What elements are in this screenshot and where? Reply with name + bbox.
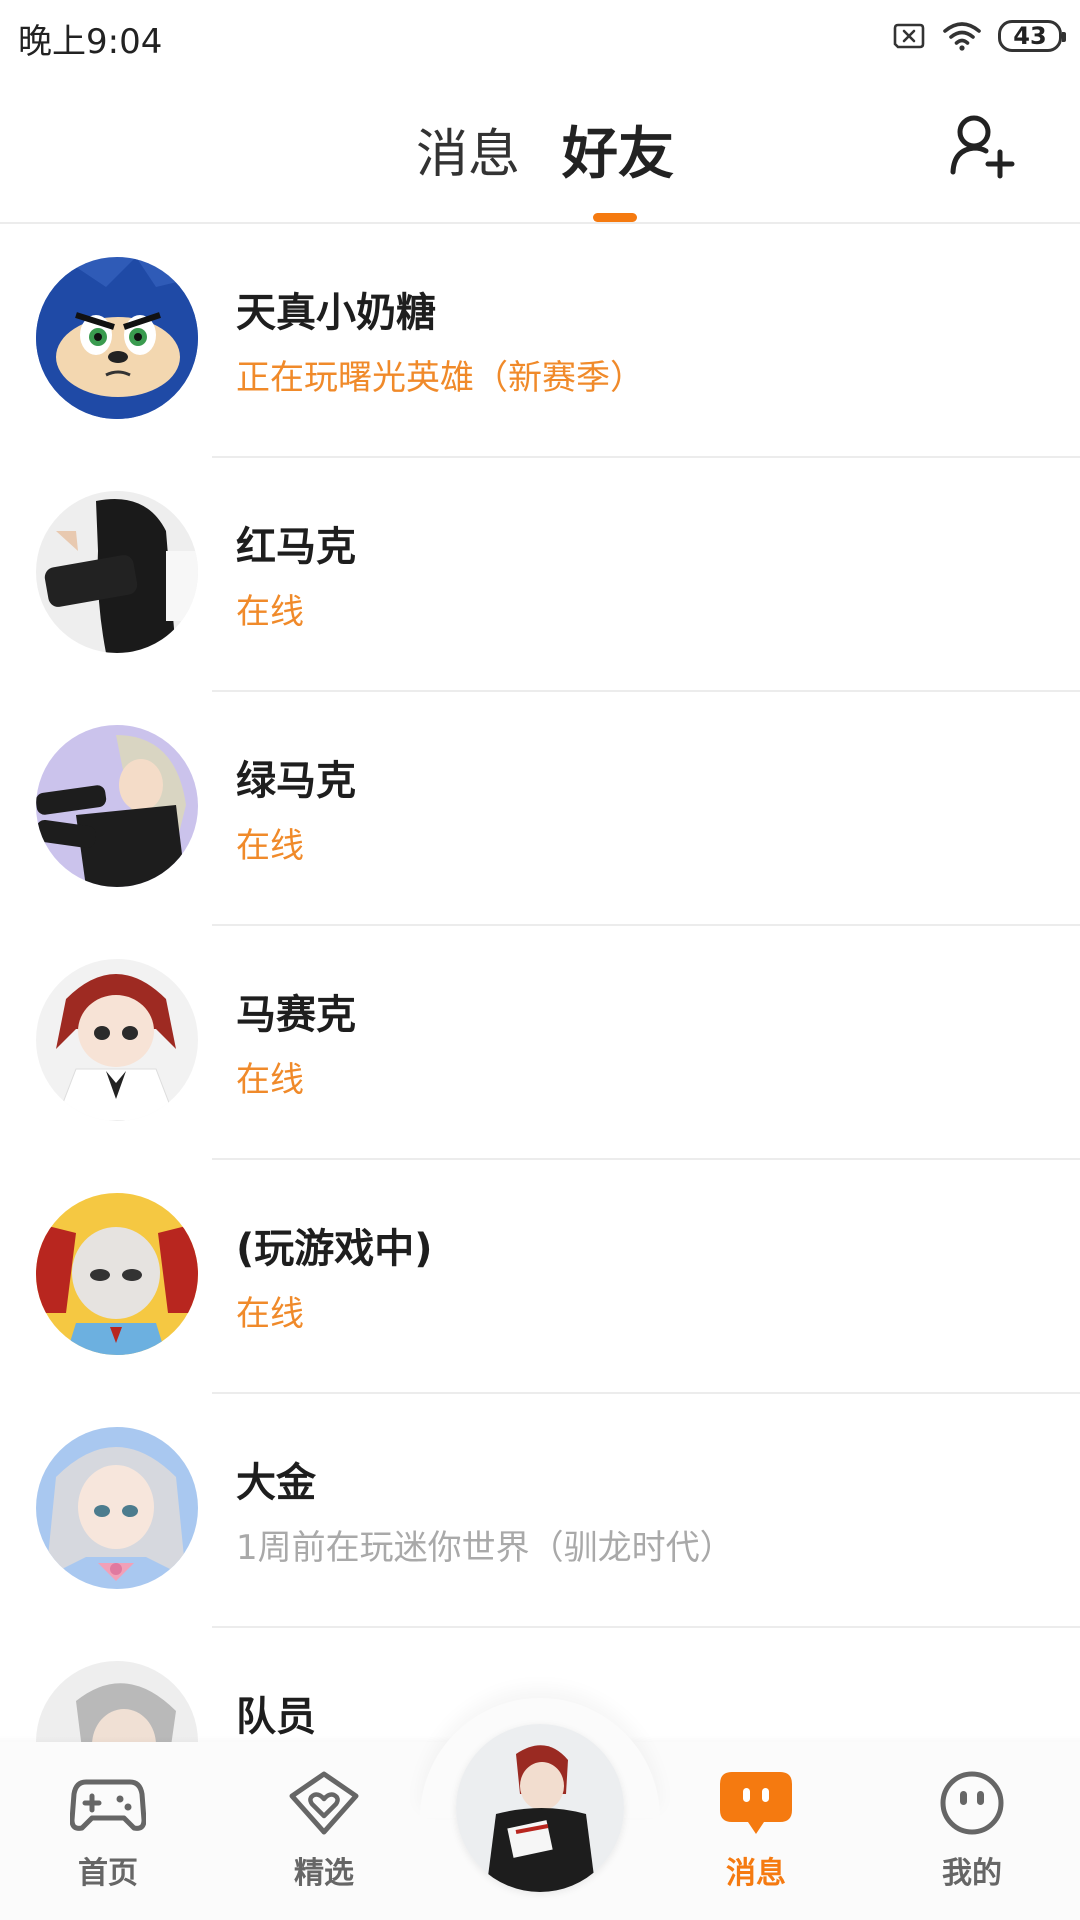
wifi-icon xyxy=(943,22,981,51)
friend-name: 天真小奶糖 xyxy=(236,290,436,336)
avatar-black-hair-character xyxy=(36,491,198,653)
friend-row[interactable]: 天真小奶糖 正在玩曙光英雄（新赛季） xyxy=(0,224,1080,458)
nav-me[interactable]: 我的 xyxy=(902,1770,1042,1892)
nav-messages-label: 消息 xyxy=(726,1856,786,1891)
status-time: 晚上9:04 xyxy=(18,22,163,62)
friend-name: 绿马克 xyxy=(236,758,356,804)
heart-badge-icon xyxy=(289,1771,359,1835)
profile-avatar xyxy=(456,1724,624,1892)
gamepad-icon xyxy=(70,1779,146,1831)
nav-featured-label: 精选 xyxy=(294,1856,354,1891)
nav-messages[interactable]: 消息 xyxy=(686,1770,826,1892)
friend-status: 在线 xyxy=(236,1294,304,1334)
nav-featured[interactable]: 精选 xyxy=(254,1770,394,1892)
chat-bubble-icon xyxy=(720,1772,792,1834)
avatar[interactable] xyxy=(36,959,198,1121)
friend-name: 大金 xyxy=(236,1460,316,1506)
friend-status: 在线 xyxy=(236,1060,304,1100)
battery-level: 43 xyxy=(1013,22,1047,50)
avatar-blue-hedgehog xyxy=(36,257,198,419)
tab-friends[interactable]: 好友 xyxy=(562,109,674,190)
avatar-red-hair-character xyxy=(36,959,198,1121)
avatar-silver-hair-character xyxy=(36,725,198,887)
friend-name: (玩游戏中) xyxy=(236,1226,433,1272)
nav-me-label: 我的 xyxy=(942,1856,1002,1891)
active-tab-indicator xyxy=(593,213,637,222)
header: 消息 好友 xyxy=(0,76,1080,222)
friend-row[interactable]: 红马克 在线 xyxy=(0,458,1080,692)
friend-row[interactable]: 大金 1周前在玩迷你世界（驯龙时代） xyxy=(0,1394,1080,1628)
friend-status: 1周前在玩迷你世界（驯龙时代） xyxy=(236,1528,734,1568)
friend-status: 在线 xyxy=(236,826,304,866)
avatar[interactable] xyxy=(36,491,198,653)
status-bar: 晚上9:04 43 xyxy=(0,0,1080,76)
nav-home[interactable]: 首页 xyxy=(38,1770,178,1892)
friend-name: 马赛克 xyxy=(236,992,356,1038)
add-user-icon[interactable] xyxy=(948,110,1018,180)
friend-row[interactable]: (玩游戏中) 在线 xyxy=(0,1160,1080,1394)
nav-home-label: 首页 xyxy=(78,1856,138,1891)
avatar[interactable] xyxy=(36,257,198,419)
friend-row[interactable]: 绿马克 在线 xyxy=(0,692,1080,926)
sim-off-icon xyxy=(893,23,925,49)
battery-icon: 43 xyxy=(998,20,1066,52)
friend-name: 队员 xyxy=(236,1694,316,1740)
status-icons: 43 xyxy=(892,16,1066,56)
avatar-blonde-character xyxy=(36,1193,198,1355)
avatar[interactable] xyxy=(36,1427,198,1589)
avatar[interactable] xyxy=(36,1193,198,1355)
face-icon xyxy=(940,1771,1004,1835)
friend-row[interactable]: 马赛克 在线 xyxy=(0,926,1080,1160)
friend-name: 红马克 xyxy=(236,524,356,570)
avatar-white-hair-character xyxy=(36,1427,198,1589)
friend-status: 在线 xyxy=(236,592,304,632)
center-profile-avatar[interactable] xyxy=(456,1724,624,1892)
friends-screen: 晚上9:04 43 消息 好友 天真小奶糖 正在玩曙光英雄（新赛季） 红马克 在… xyxy=(0,0,1080,1920)
avatar[interactable] xyxy=(36,725,198,887)
tab-messages[interactable]: 消息 xyxy=(416,112,520,187)
friend-status: 正在玩曙光英雄（新赛季） xyxy=(236,358,644,398)
